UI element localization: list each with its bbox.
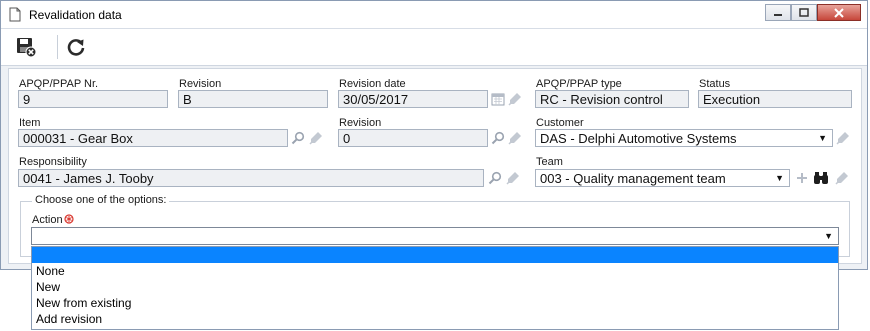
customer-label: Customer [536, 117, 584, 129]
item-clear-icon[interactable] [308, 130, 324, 146]
refresh-icon [67, 39, 85, 56]
calendar-icon[interactable] [490, 91, 506, 107]
revision-search-icon[interactable] [490, 130, 506, 146]
apqp-nr-field[interactable]: 9 [18, 90, 168, 108]
required-icon [64, 214, 74, 224]
save-exit-button[interactable] [13, 35, 39, 59]
window-controls [765, 4, 861, 21]
binoculars-icon[interactable] [813, 170, 829, 186]
customer-select[interactable]: DAS - Delphi Automotive Systems ▼ [535, 129, 833, 147]
apqp-type-label: APQP/PPAP type [536, 78, 622, 90]
action-option-add-revision[interactable]: Add revision [32, 311, 838, 327]
refresh-button[interactable] [63, 35, 89, 59]
toolbar-separator [57, 35, 58, 59]
item-search-icon[interactable] [290, 130, 306, 146]
minimize-button[interactable] [765, 4, 791, 21]
customer-clear-icon[interactable] [835, 130, 851, 146]
add-team-icon[interactable] [794, 170, 810, 186]
toolbar [1, 29, 867, 66]
action-option-new-from-existing[interactable]: New from existing [32, 295, 838, 311]
team-label: Team [536, 156, 563, 168]
customer-value: DAS - Delphi Automotive Systems [540, 131, 737, 146]
status-label: Status [699, 78, 731, 90]
title-bar: Revalidation data [1, 1, 867, 29]
item-revision-label: Revision [339, 117, 382, 129]
options-legend: Choose one of the options: [32, 194, 170, 206]
action-dropdown-list: None New New from existing Add revision [31, 246, 839, 330]
team-value: 003 - Quality management team [540, 171, 726, 186]
action-option-new[interactable]: New [32, 279, 838, 295]
action-option-none[interactable]: None [32, 263, 838, 279]
action-select[interactable]: ▼ [31, 227, 839, 245]
action-label: Action [32, 214, 63, 226]
responsibility-clear-icon[interactable] [505, 170, 521, 186]
revision-date-field[interactable]: 30/05/2017 [338, 90, 488, 108]
item-label: Item [19, 117, 41, 129]
save-exit-icon [17, 38, 37, 58]
chevron-down-icon: ▼ [818, 133, 827, 143]
responsibility-label: Responsibility [19, 156, 87, 168]
responsibility-search-icon[interactable] [487, 170, 503, 186]
apqp-nr-label: APQP/PPAP Nr. [19, 78, 99, 90]
revision-field[interactable]: B [178, 90, 328, 108]
apqp-type-field[interactable]: RC - Revision control [535, 90, 689, 108]
responsibility-field[interactable]: 0041 - James J. Tooby [18, 169, 484, 187]
maximize-icon [799, 7, 809, 17]
document-icon [9, 7, 21, 22]
minimize-icon [774, 13, 782, 16]
close-icon [834, 7, 844, 18]
team-clear-icon[interactable] [834, 170, 850, 186]
clear-date-icon[interactable] [507, 91, 523, 107]
item-revision-field[interactable]: 0 [338, 129, 488, 147]
revision-clear-icon[interactable] [507, 130, 523, 146]
status-field[interactable]: Execution [698, 90, 852, 108]
item-field[interactable]: 000031 - Gear Box [18, 129, 288, 147]
close-button[interactable] [817, 4, 861, 21]
team-select[interactable]: 003 - Quality management team ▼ [535, 169, 790, 187]
revision-date-label: Revision date [339, 78, 406, 90]
maximize-button[interactable] [791, 4, 817, 21]
chevron-down-icon: ▼ [775, 173, 784, 183]
action-option-empty[interactable] [32, 247, 838, 263]
revision-label: Revision [179, 78, 222, 90]
window-title: Revalidation data [29, 8, 122, 22]
chevron-down-icon: ▼ [824, 231, 833, 241]
